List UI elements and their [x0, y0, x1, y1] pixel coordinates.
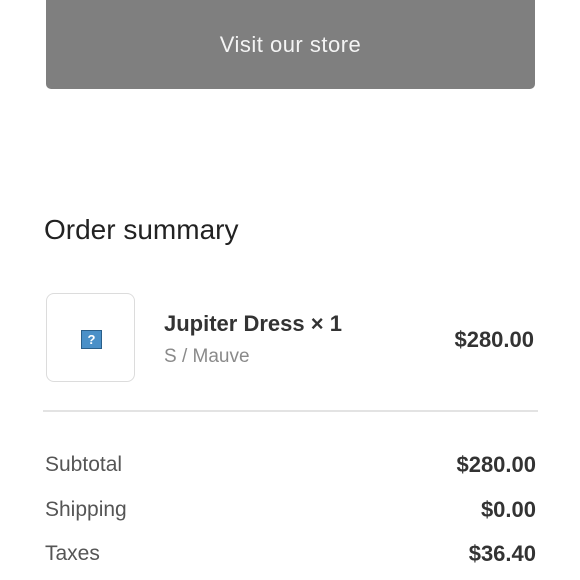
shipping-row: Shipping $0.00 — [45, 495, 536, 525]
broken-image-icon: ? — [81, 330, 102, 349]
shipping-value: $0.00 — [480, 497, 536, 522]
product-variant: S / Mauve — [164, 346, 250, 367]
order-summary-title: Order summary — [44, 214, 239, 245]
product-name: Jupiter Dress × 1 — [164, 311, 342, 336]
line-item: ? Jupiter Dress × 1 S / Mauve $280.00 — [46, 293, 538, 385]
product-price: $280.00 — [454, 327, 534, 352]
subtotal-label: Subtotal — [45, 453, 123, 476]
subtotal-value: $280.00 — [456, 452, 536, 477]
taxes-label: Taxes — [45, 542, 100, 565]
taxes-value: $36.40 — [468, 541, 536, 566]
visit-store-button[interactable]: Visit our store — [46, 0, 535, 89]
order-status-page: Visit our store Order summary ? Jupiter … — [0, 0, 580, 580]
taxes-row: Taxes $36.40 — [45, 539, 536, 569]
shipping-label: Shipping — [45, 498, 127, 521]
product-thumbnail: ? — [46, 293, 135, 382]
divider — [43, 410, 538, 412]
subtotal-row: Subtotal $280.00 — [45, 450, 536, 480]
